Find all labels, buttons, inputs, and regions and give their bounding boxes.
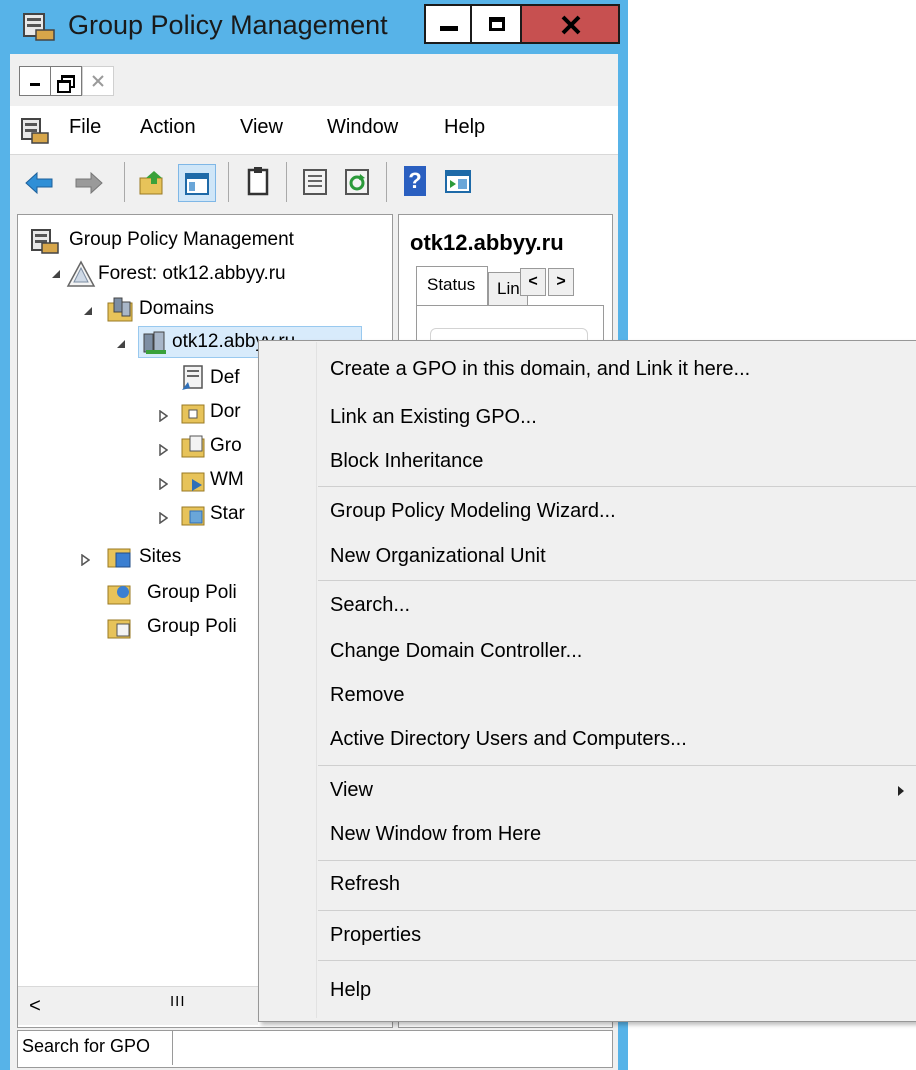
gpm-icon	[31, 229, 59, 254]
submenu-arrow-icon	[898, 786, 904, 796]
menu-refresh[interactable]: Refresh	[330, 873, 400, 896]
gpm-icon	[21, 118, 49, 144]
menu-properties[interactable]: Properties	[330, 924, 421, 947]
status-divider	[172, 1031, 173, 1065]
collapsed-arrow-icon[interactable]	[158, 410, 168, 422]
collapsed-arrow-icon[interactable]	[158, 444, 168, 456]
tree-node-ou[interactable]: Dor	[210, 401, 241, 423]
toolbar-separator	[386, 162, 387, 202]
collapsed-arrow-icon[interactable]	[80, 554, 90, 566]
tab-scroll-left-button[interactable]: <	[520, 268, 546, 296]
maximize-button[interactable]	[470, 4, 522, 44]
sites-icon	[107, 548, 131, 568]
menu-view[interactable]: View	[330, 779, 373, 802]
menu-view[interactable]: View	[240, 116, 283, 139]
collapsed-arrow-icon[interactable]	[158, 478, 168, 490]
show-hide-tree-button[interactable]	[178, 164, 216, 202]
tree-node-default-policy[interactable]: Def	[210, 367, 240, 389]
menu-separator	[318, 860, 916, 861]
menu-separator	[318, 960, 916, 961]
menu-file[interactable]: File	[69, 116, 101, 139]
gpo-link-icon	[182, 365, 203, 390]
up-folder-icon[interactable]	[138, 168, 168, 198]
help-icon[interactable]: ?	[404, 166, 426, 196]
toolbar-separator	[124, 162, 125, 202]
close-icon	[561, 15, 581, 35]
tree-node-gpo-objects[interactable]: Gro	[210, 435, 242, 457]
gpo-folder-icon	[181, 435, 205, 458]
mdi-restore-button[interactable]	[50, 66, 82, 96]
menu-new-ou[interactable]: New Organizational Unit	[330, 545, 546, 568]
refresh-icon[interactable]	[344, 168, 372, 196]
menu-window[interactable]: Window	[327, 116, 398, 139]
back-arrow-icon[interactable]	[24, 170, 54, 196]
restore-icon	[57, 80, 71, 93]
ou-folder-icon	[181, 404, 205, 424]
maximize-icon	[489, 17, 505, 31]
tab-status-label: Status	[427, 275, 476, 294]
tree-node-root[interactable]: Group Policy Management	[69, 229, 294, 251]
show-hide-tree-icon	[185, 173, 209, 195]
close-button[interactable]	[520, 4, 620, 44]
context-menu	[258, 340, 916, 1022]
toolbar-separator	[228, 162, 229, 202]
expanded-arrow-icon[interactable]	[82, 305, 94, 317]
tree-node-domains[interactable]: Domains	[139, 298, 214, 320]
menu-modeling-wizard[interactable]: Group Policy Modeling Wizard...	[330, 500, 616, 523]
menu-action[interactable]: Action	[140, 116, 196, 139]
collapsed-arrow-icon[interactable]	[158, 512, 168, 524]
window-title: Group Policy Management	[68, 10, 388, 40]
menu-new-window[interactable]: New Window from Here	[330, 823, 541, 846]
menu-separator	[318, 580, 916, 581]
scroll-thumb-grip[interactable]: III	[170, 993, 186, 1010]
tab-scroll-right-button[interactable]: >	[548, 268, 574, 296]
tree-hscrollbar[interactable]	[18, 986, 258, 1025]
tree-node-sites[interactable]: Sites	[139, 546, 181, 568]
domain-icon	[143, 331, 166, 354]
tab-links-label: Lin	[497, 279, 520, 298]
results-icon	[107, 619, 131, 639]
expanded-arrow-icon[interactable]	[50, 268, 62, 280]
modeling-icon	[107, 585, 131, 605]
menu-create-gpo-link[interactable]: Create a GPO in this domain, and Link it…	[330, 358, 750, 381]
menu-separator	[318, 765, 916, 766]
minimize-button[interactable]	[424, 4, 472, 44]
tree-node-wmi-filters[interactable]: WM	[210, 469, 244, 491]
tree-node-gp-results[interactable]: Group Poli	[147, 616, 237, 638]
menu-block-inheritance[interactable]: Block Inheritance	[330, 450, 483, 473]
tree-node-forest[interactable]: Forest: otk12.abbyy.ru	[98, 263, 286, 285]
forward-arrow-icon[interactable]	[74, 170, 104, 196]
context-menu-icon-gutter	[260, 342, 317, 1018]
scroll-left-button[interactable]: <	[20, 990, 50, 1022]
tree-node-starter-gpos[interactable]: Star	[210, 503, 245, 525]
forest-icon	[66, 260, 96, 287]
wmi-folder-icon	[181, 472, 205, 492]
minimize-icon	[440, 26, 458, 31]
action-pane-icon[interactable]	[444, 168, 474, 196]
menu-separator	[318, 910, 916, 911]
menu-help[interactable]: Help	[444, 116, 485, 139]
tree-node-gp-modeling[interactable]: Group Poli	[147, 582, 237, 604]
expanded-arrow-icon[interactable]	[115, 338, 127, 350]
menu-link-existing-gpo[interactable]: Link an Existing GPO...	[330, 406, 537, 429]
menu-search[interactable]: Search...	[330, 594, 410, 617]
domains-icon	[107, 297, 133, 322]
tab-status[interactable]: Status	[416, 266, 488, 306]
menu-help-item[interactable]: Help	[330, 979, 371, 1002]
gpm-icon	[23, 13, 55, 41]
mdi-minimize-button[interactable]	[19, 66, 51, 96]
menu-separator	[318, 486, 916, 487]
menu-remove[interactable]: Remove	[330, 684, 404, 707]
search-gpo-label: Search for GPO	[22, 1036, 151, 1056]
menu-aduc[interactable]: Active Directory Users and Computers...	[330, 728, 687, 751]
close-icon	[92, 75, 104, 87]
clipboard-icon[interactable]	[246, 166, 272, 198]
mdi-close-button[interactable]	[82, 66, 114, 96]
details-heading: otk12.abbyy.ru	[410, 230, 564, 255]
toolbar-separator	[286, 162, 287, 202]
starter-gpo-folder-icon	[181, 506, 205, 526]
minimize-icon	[30, 83, 40, 86]
menu-change-dc[interactable]: Change Domain Controller...	[330, 640, 582, 663]
export-icon[interactable]	[302, 168, 330, 196]
